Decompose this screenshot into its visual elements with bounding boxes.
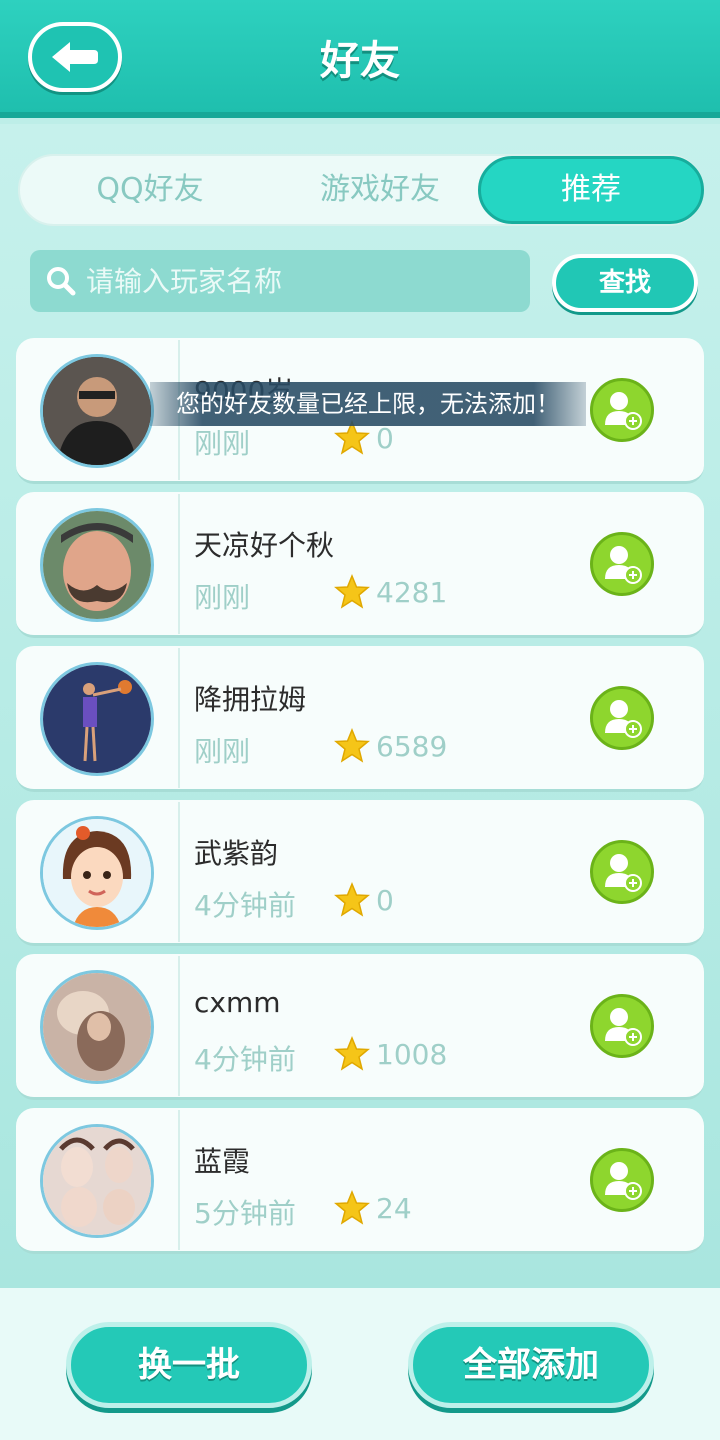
toast-message: 您的好友数量已经上限，无法添加！ xyxy=(150,382,586,426)
star-icon xyxy=(334,1190,370,1225)
star-icon xyxy=(334,728,370,763)
avatar[interactable] xyxy=(40,970,154,1084)
avatar[interactable] xyxy=(40,354,154,468)
add-user-icon xyxy=(605,392,642,430)
list-item: cxmm 4分钟前 1008 xyxy=(16,954,704,1100)
add-user-icon xyxy=(605,1162,642,1200)
add-user-icon xyxy=(605,854,642,892)
list-item: 武紫韵 4分钟前 0 xyxy=(16,800,704,946)
search-input[interactable] xyxy=(86,264,506,298)
player-score: 6589 xyxy=(376,730,448,763)
last-active-time: 4分钟前 xyxy=(194,889,296,922)
search-icon xyxy=(47,267,76,296)
avatar-image xyxy=(43,665,151,773)
avatar-image xyxy=(43,511,151,619)
last-active-time: 刚刚 xyxy=(194,735,251,768)
divider xyxy=(178,648,180,788)
avatar[interactable] xyxy=(40,816,154,930)
tab-bar: QQ好友 游戏好友 推荐 xyxy=(18,154,704,226)
avatar[interactable] xyxy=(40,508,154,622)
add-friend-button[interactable] xyxy=(590,1148,654,1212)
avatar-image xyxy=(43,819,151,927)
list-item: 蓝霞 5分钟前 24 xyxy=(16,1108,704,1254)
page-title: 好友 xyxy=(320,38,400,84)
divider xyxy=(178,494,180,634)
last-active-time: 4分钟前 xyxy=(194,1043,296,1076)
add-user-icon xyxy=(605,546,642,584)
last-active-time: 5分钟前 xyxy=(194,1197,296,1230)
tab-recommend[interactable]: 推荐 xyxy=(478,156,704,224)
add-user-icon xyxy=(605,700,642,738)
player-name: 降拥拉姆 xyxy=(194,683,307,716)
player-name: 蓝霞 xyxy=(194,1145,251,1178)
star-icon xyxy=(334,1036,370,1071)
refresh-batch-button[interactable]: 换一批 xyxy=(66,1322,312,1408)
player-score: 0 xyxy=(376,422,394,455)
player-name: 天凉好个秋 xyxy=(194,529,335,562)
add-friend-button[interactable] xyxy=(590,994,654,1058)
add-friend-button[interactable] xyxy=(590,378,654,442)
avatar-image xyxy=(43,1127,151,1235)
player-score: 0 xyxy=(376,884,394,917)
list-item: 降拥拉姆 刚刚 6589 xyxy=(16,646,704,792)
divider xyxy=(178,802,180,942)
star-icon xyxy=(334,574,370,609)
header-bar: 好友 xyxy=(0,0,720,118)
divider xyxy=(178,956,180,1096)
player-name: 武紫韵 xyxy=(194,837,279,870)
last-active-time: 刚刚 xyxy=(194,427,251,460)
player-name: cxmm xyxy=(194,986,281,1019)
add-friend-button[interactable] xyxy=(590,840,654,904)
add-user-icon xyxy=(605,1008,642,1046)
avatar-image xyxy=(43,973,151,1081)
search-box xyxy=(30,250,530,312)
player-score: 24 xyxy=(376,1192,412,1225)
add-all-button[interactable]: 全部添加 xyxy=(408,1322,654,1408)
star-icon xyxy=(334,882,370,917)
avatar[interactable] xyxy=(40,662,154,776)
divider xyxy=(178,1110,180,1250)
avatar[interactable] xyxy=(40,1124,154,1238)
last-active-time: 刚刚 xyxy=(194,581,251,614)
tab-game-friends[interactable]: 游戏好友 xyxy=(270,156,490,224)
find-button[interactable]: 查找 xyxy=(552,254,698,312)
add-friend-button[interactable] xyxy=(590,686,654,750)
list-item: 天凉好个秋 刚刚 4281 xyxy=(16,492,704,638)
avatar-image xyxy=(43,357,151,465)
tab-qq-friends[interactable]: QQ好友 xyxy=(40,156,260,224)
add-friend-button[interactable] xyxy=(590,532,654,596)
player-score: 4281 xyxy=(376,576,448,609)
player-score: 1008 xyxy=(376,1038,448,1071)
